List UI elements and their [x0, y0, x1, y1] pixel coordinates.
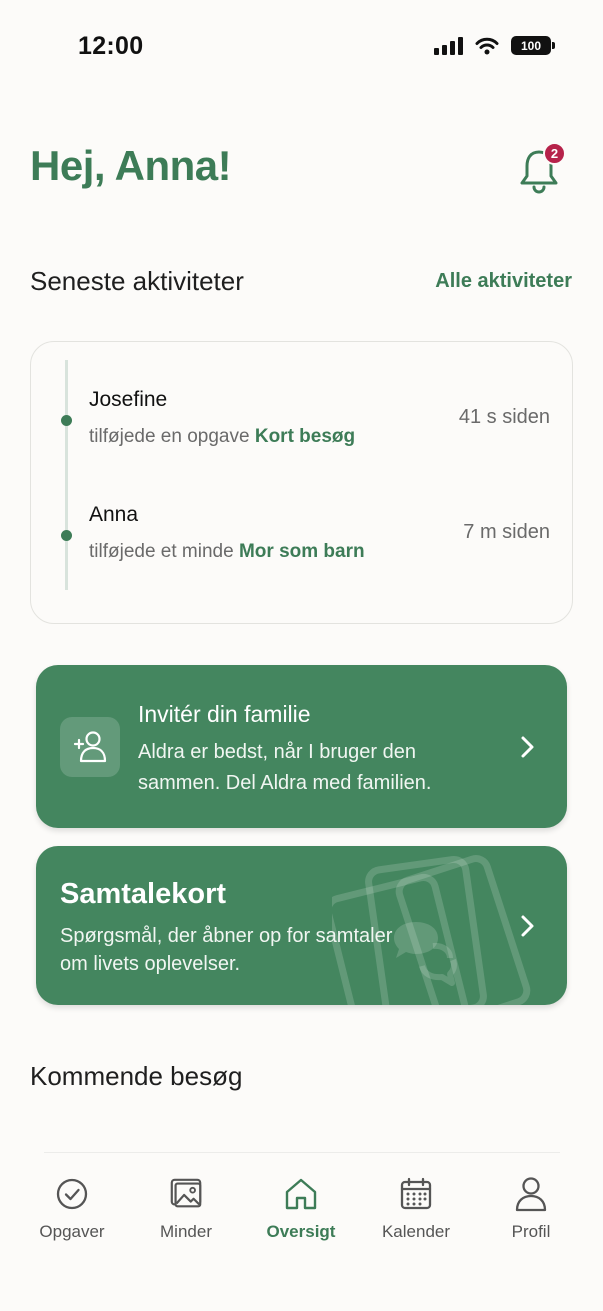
- chevron-right-icon: [521, 915, 534, 937]
- wifi-icon: [475, 37, 499, 54]
- notification-badge: 2: [543, 142, 566, 165]
- all-activities-link[interactable]: Alle aktiviteter: [435, 270, 572, 293]
- timeline-dot: [61, 530, 72, 541]
- nav-label: Opgaver: [39, 1222, 105, 1241]
- battery-icon: 100: [511, 36, 555, 55]
- user-icon: [515, 1177, 547, 1212]
- recent-activities-title: Seneste aktiviteter: [30, 266, 244, 296]
- signal-icon: [434, 36, 463, 55]
- chevron-right-icon: [521, 736, 534, 758]
- activity-user: Josefine: [89, 388, 168, 411]
- images-icon: [170, 1178, 202, 1208]
- upcoming-visits-title: Kommende besøg: [30, 1061, 243, 1091]
- nav-item-minder[interactable]: Minder: [131, 1176, 241, 1242]
- activity-time: 7 m siden: [463, 521, 550, 543]
- calendar-icon: [400, 1177, 432, 1210]
- conversation-cards-description: Spørgsmål, der åbner op for samtaler om …: [60, 925, 393, 975]
- check-circle-icon: [56, 1178, 88, 1210]
- activity-card: Josefine tilføjede en opgave Kort besøg …: [30, 341, 573, 624]
- page-title: Hej, Anna!: [30, 142, 232, 189]
- home-icon: [285, 1178, 317, 1210]
- activity-item[interactable]: Josefine tilføjede en opgave Kort besøg …: [31, 388, 572, 468]
- conversation-cards-title: Samtalekort: [60, 878, 227, 910]
- activity-description: tilføjede en opgave Kort besøg: [89, 426, 355, 448]
- activity-target[interactable]: Mor som barn: [239, 541, 365, 562]
- invite-title: Invitér din familie: [138, 701, 311, 727]
- status-time: 12:00: [78, 32, 144, 60]
- nav-label: Profil: [511, 1222, 551, 1241]
- activity-action: tilføjede en opgave: [89, 426, 255, 447]
- activity-description: tilføjede et minde Mor som barn: [89, 541, 365, 563]
- conversation-cards-card[interactable]: Samtalekort Spørgsmål, der åbner op for …: [36, 846, 567, 1005]
- activity-target[interactable]: Kort besøg: [255, 426, 355, 447]
- add-user-icon: [73, 731, 107, 763]
- invite-family-card[interactable]: Invitér din familie Aldra er bedst, når …: [36, 665, 567, 828]
- status-icons: 100: [434, 36, 555, 55]
- activity-item[interactable]: Anna tilføjede et minde Mor som barn 7 m…: [31, 503, 572, 583]
- activity-user: Anna: [89, 503, 139, 526]
- bottom-nav-divider: [44, 1152, 560, 1153]
- nav-label: Oversigt: [266, 1222, 336, 1241]
- nav-item-opgaver[interactable]: Opgaver: [17, 1176, 127, 1242]
- timeline-dot: [61, 415, 72, 426]
- activity-time: 41 s siden: [458, 406, 550, 428]
- notifications-button[interactable]: 2: [516, 142, 566, 194]
- invite-description: Aldra er bedst, når I bruger den sammen.…: [138, 741, 432, 794]
- nav-item-oversigt[interactable]: Oversigt: [246, 1176, 356, 1242]
- nav-label: Kalender: [381, 1222, 451, 1241]
- add-user-icon-box: [60, 717, 120, 777]
- nav-label: Minder: [160, 1222, 212, 1241]
- status-bar: 12:00 100: [0, 0, 603, 96]
- nav-item-profil[interactable]: Profil: [476, 1176, 586, 1242]
- activity-action: tilføjede et minde: [89, 541, 239, 562]
- nav-item-kalender[interactable]: Kalender: [361, 1176, 471, 1242]
- bottom-navigation: Opgaver Minder Oversigt Kalender Profil: [0, 1176, 603, 1246]
